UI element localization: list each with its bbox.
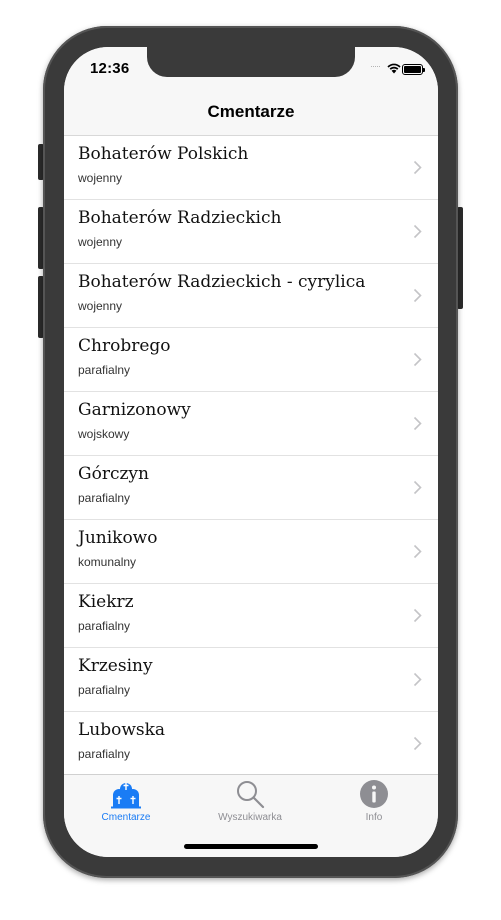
cemetery-icon	[111, 783, 141, 809]
list-item-title: Junikowo	[78, 528, 158, 548]
chevron-right-icon	[413, 160, 422, 175]
tab-label: Wyszukiwarka	[218, 812, 282, 823]
list-item-subtitle: komunalny	[78, 555, 137, 569]
tab-info[interactable]: Info	[312, 775, 436, 831]
list-item[interactable]: Lubowska parafialny	[64, 712, 438, 774]
list-item-subtitle: wojskowy	[78, 427, 130, 441]
list-item-title: Bohaterów Radzieckich - cyrylica	[78, 272, 366, 292]
list-item[interactable]: Bohaterów Radzieckich wojenny	[64, 200, 438, 264]
info-icon	[360, 780, 388, 808]
list-item-title: Krzesiny	[78, 656, 153, 676]
phone-screen: Cmentarze 12:36 ····· Bohaterów Polskich…	[64, 47, 438, 857]
tab-label: Cmentarze	[101, 812, 151, 823]
list-item-subtitle: parafialny	[78, 683, 131, 697]
list-item[interactable]: Garnizonowy wojskowy	[64, 392, 438, 456]
search-icon	[237, 781, 265, 809]
list-item[interactable]: Bohaterów Radzieckich - cyrylica wojenny	[64, 264, 438, 328]
chevron-right-icon	[413, 608, 422, 623]
chevron-right-icon	[413, 480, 422, 495]
signal-icon: ·····	[370, 61, 381, 71]
tab-wyszukiwarka[interactable]: Wyszukiwarka	[188, 775, 312, 831]
chevron-right-icon	[413, 672, 422, 687]
list-item-subtitle: wojenny	[78, 235, 123, 249]
list-item-title: Garnizonowy	[78, 400, 191, 420]
list-item-subtitle: parafialny	[78, 363, 131, 377]
chevron-right-icon	[413, 416, 422, 431]
list-item-title: Kiekrz	[78, 592, 134, 612]
status-time: 12:36	[90, 60, 130, 77]
chevron-right-icon	[413, 224, 422, 239]
list-item-title: Bohaterów Radzieckich	[78, 208, 282, 228]
chevron-right-icon	[413, 544, 422, 559]
list-item[interactable]: Górczyn parafialny	[64, 456, 438, 520]
list-item-title: Chrobrego	[78, 336, 171, 356]
tab-cmentarze[interactable]: Cmentarze	[64, 775, 188, 831]
tab-label: Info	[365, 812, 383, 823]
page-title: Cmentarze	[207, 102, 295, 121]
list-item-title: Górczyn	[78, 464, 149, 484]
list-item-subtitle: parafialny	[78, 491, 131, 505]
wifi-icon	[387, 63, 401, 74]
list-item-title: Lubowska	[78, 720, 166, 740]
list-item-title: Bohaterów Polskich	[78, 144, 249, 164]
notch	[147, 47, 355, 77]
list-item[interactable]: Krzesiny parafialny	[64, 648, 438, 712]
list-item[interactable]: Bohaterów Polskich wojenny	[64, 136, 438, 200]
list-item-subtitle: parafialny	[78, 619, 131, 633]
list-item[interactable]: Junikowo komunalny	[64, 520, 438, 584]
list-item-subtitle: wojenny	[78, 299, 123, 313]
chevron-right-icon	[413, 352, 422, 367]
list-item-subtitle: wojenny	[78, 171, 123, 185]
battery-icon	[402, 64, 425, 75]
home-indicator[interactable]	[184, 844, 318, 849]
chevron-right-icon	[413, 288, 422, 303]
list-item[interactable]: Kiekrz parafialny	[64, 584, 438, 648]
chevron-right-icon	[413, 736, 422, 751]
list-item-subtitle: parafialny	[78, 747, 131, 761]
list-item[interactable]: Chrobrego parafialny	[64, 328, 438, 392]
cemetery-list[interactable]: Bohaterów Polskich wojenny Bohaterów Rad…	[64, 136, 438, 774]
